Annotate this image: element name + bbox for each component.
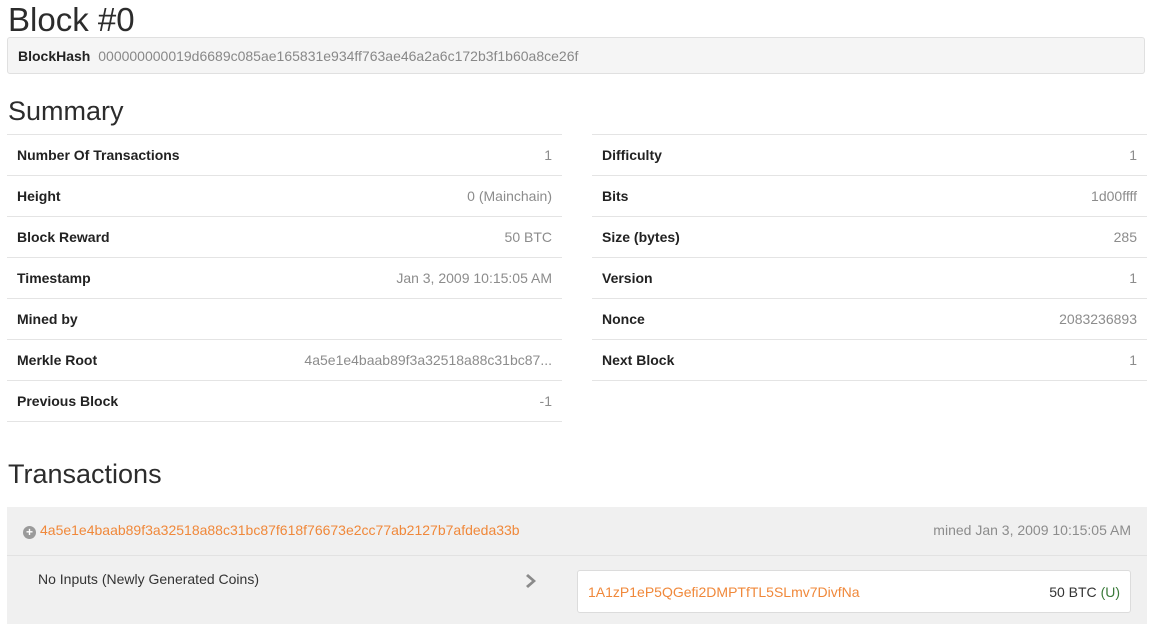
blockhash-box: BlockHash 000000000019d6689c085ae165831e…: [7, 37, 1145, 74]
summary-row-num-transactions: Number Of Transactions 1: [7, 134, 562, 176]
summary-key: Height: [7, 175, 233, 217]
summary-key: Size (bytes): [592, 216, 870, 258]
chevron-right-icon: [526, 574, 536, 588]
summary-value: [232, 298, 562, 340]
summary-value: 1: [232, 134, 562, 176]
summary-row-difficulty: Difficulty 1: [592, 134, 1147, 176]
output-address-link[interactable]: 1A1zP1eP5QGefi2DMPTfTL5SLmv7DivfNa: [588, 584, 860, 600]
summary-table-left: Number Of Transactions 1 Height 0 (Mainc…: [7, 134, 562, 422]
plus-circle-icon[interactable]: +: [23, 526, 36, 539]
transaction-output: 1A1zP1eP5QGefi2DMPTfTL5SLmv7DivfNa 50 BT…: [577, 570, 1131, 613]
summary-key: Previous Block: [7, 380, 233, 422]
transactions-heading: Transactions: [8, 459, 162, 489]
summary-row-bits: Bits 1d00ffff: [592, 175, 1147, 217]
summary-row-mined-by: Mined by: [7, 298, 562, 340]
summary-value: 1: [869, 257, 1147, 299]
summary-key: Number Of Transactions: [7, 134, 233, 176]
mainchain-label: (Mainchain): [478, 188, 552, 204]
transaction-hash-link[interactable]: 4a5e1e4baab89f3a32518a88c31bc87f618f7667…: [40, 522, 520, 538]
summary-key: Block Reward: [7, 216, 233, 258]
summary-row-height: Height 0 (Mainchain): [7, 175, 562, 217]
transaction-mined-time: mined Jan 3, 2009 10:15:05 AM: [933, 522, 1131, 538]
summary-value: 1d00ffff: [869, 175, 1147, 217]
next-block-link[interactable]: 1: [869, 339, 1147, 381]
summary-row-merkle-root: Merkle Root 4a5e1e4baab89f3a32518a88c31b…: [7, 339, 562, 381]
summary-key: Difficulty: [592, 134, 870, 176]
summary-key: Version: [592, 257, 870, 299]
summary-row-size: Size (bytes) 285: [592, 216, 1147, 258]
previous-block-link[interactable]: -1: [232, 380, 562, 422]
summary-row-timestamp: Timestamp Jan 3, 2009 10:15:05 AM: [7, 257, 562, 299]
output-status: (U): [1100, 584, 1120, 600]
summary-value: 1: [869, 134, 1147, 176]
summary-value: 2083236893: [869, 298, 1147, 340]
transaction-inputs: No Inputs (Newly Generated Coins): [38, 571, 259, 587]
summary-value: 4a5e1e4baab89f3a32518a88c31bc87...: [232, 339, 562, 381]
height-value: 0: [467, 188, 475, 204]
blockhash-label: BlockHash: [18, 48, 91, 64]
output-amount: 50 BTC (U): [1049, 584, 1120, 600]
summary-value: 50 BTC: [232, 216, 562, 258]
output-amount-value: 50 BTC: [1049, 584, 1097, 600]
summary-row-version: Version 1: [592, 257, 1147, 299]
summary-key: Bits: [592, 175, 870, 217]
summary-row-nonce: Nonce 2083236893: [592, 298, 1147, 340]
summary-key: Timestamp: [7, 257, 233, 299]
summary-heading: Summary: [8, 96, 124, 126]
summary-row-block-reward: Block Reward 50 BTC: [7, 216, 562, 258]
summary-key: Mined by: [7, 298, 233, 340]
transaction-header: + 4a5e1e4baab89f3a32518a88c31bc87f618f76…: [7, 507, 1147, 556]
summary-value-height: 0 (Mainchain): [232, 175, 562, 217]
summary-row-next-block: Next Block 1: [592, 339, 1147, 381]
summary-key: Merkle Root: [7, 339, 233, 381]
summary-value: Jan 3, 2009 10:15:05 AM: [232, 257, 562, 299]
page-title: Block #0: [8, 1, 135, 38]
blockhash-value: 000000000019d6689c085ae165831e934ff763ae…: [98, 48, 579, 64]
summary-row-previous-block: Previous Block -1: [7, 380, 562, 422]
summary-value: 285: [869, 216, 1147, 258]
transaction-panel: + 4a5e1e4baab89f3a32518a88c31bc87f618f76…: [7, 507, 1147, 624]
summary-key: Nonce: [592, 298, 870, 340]
block-page: Block #0 BlockHash 000000000019d6689c085…: [0, 0, 1152, 624]
summary-table-right: Difficulty 1 Bits 1d00ffff Size (bytes) …: [592, 134, 1147, 381]
summary-key: Next Block: [592, 339, 870, 381]
